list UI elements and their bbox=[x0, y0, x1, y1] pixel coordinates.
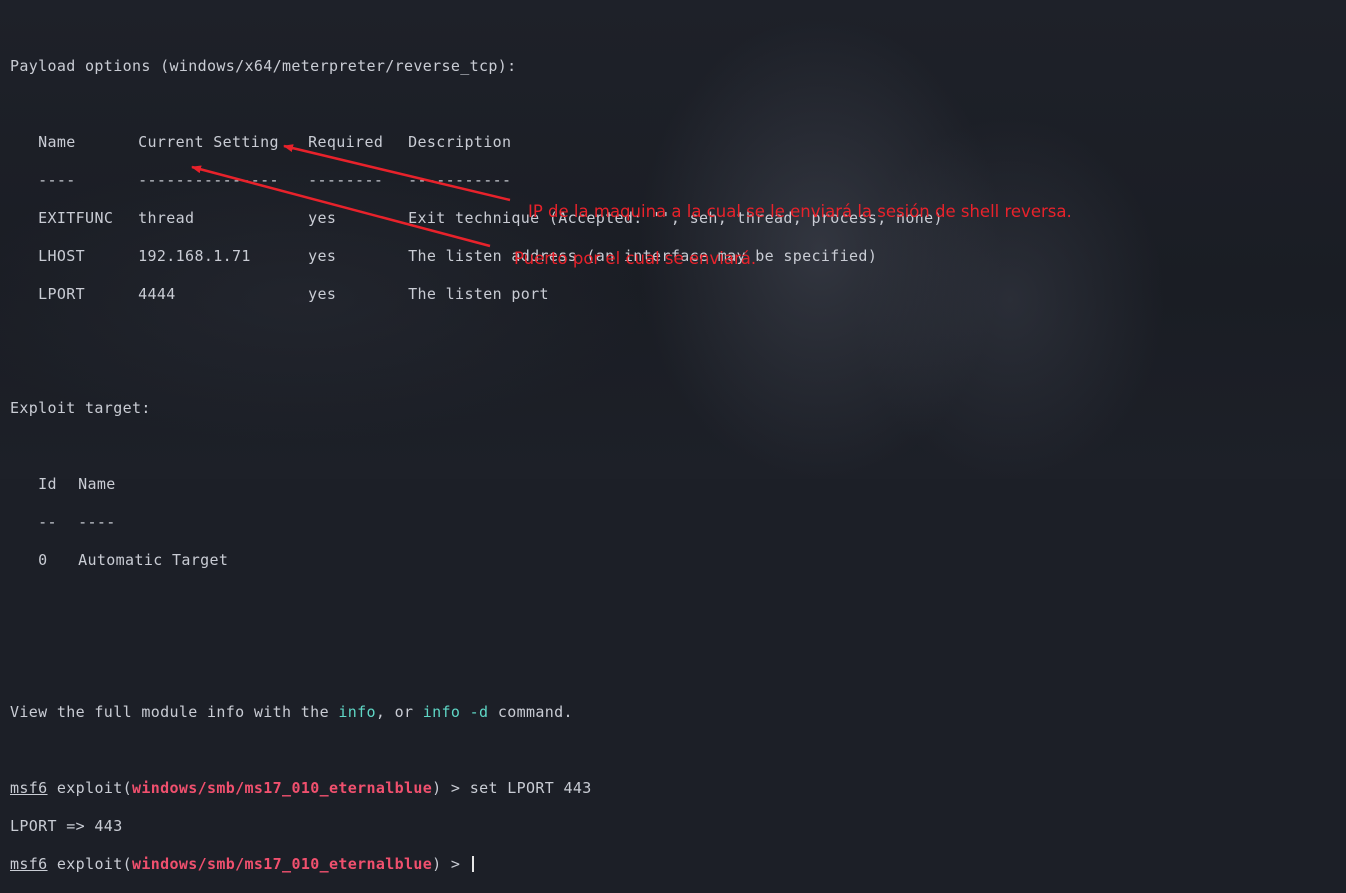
command-text: set LPORT 443 bbox=[469, 779, 592, 797]
prompt-close: ) > bbox=[432, 855, 470, 873]
prompt-name: msf6 bbox=[10, 779, 48, 797]
arrow-to-lhost bbox=[283, 144, 511, 202]
arrow-to-lport bbox=[191, 165, 491, 248]
sep-id: -- bbox=[38, 513, 57, 531]
target-separator-row: -- ---- bbox=[10, 513, 943, 532]
info-hint-line: View the full module info with the info,… bbox=[10, 703, 943, 722]
prompt-name: msf6 bbox=[10, 855, 48, 873]
annotation-arrows bbox=[191, 144, 511, 248]
sep-target-name: ---- bbox=[78, 513, 116, 531]
annotation-port: Puerto por el cual se enviará. bbox=[514, 249, 757, 268]
prompt-exploit: exploit( bbox=[56, 779, 132, 797]
module-path: windows/smb/ms17_010_eternalblue bbox=[131, 779, 433, 797]
info-prefix: View the full module info with the bbox=[10, 703, 339, 721]
target-id: 0 bbox=[38, 551, 48, 569]
info-d-command: info -d bbox=[422, 703, 489, 721]
prompt-line: msf6 exploit(windows/smb/ms17_010_eterna… bbox=[10, 779, 943, 798]
prompt-exploit: exploit( bbox=[56, 855, 132, 873]
active-prompt-line[interactable]: msf6 exploit(windows/smb/ms17_010_eterna… bbox=[10, 855, 943, 874]
command-output: LPORT => 443 bbox=[10, 817, 123, 835]
target-row: 0 Automatic Target bbox=[10, 551, 943, 570]
info-suffix: command. bbox=[488, 703, 573, 721]
info-command: info bbox=[338, 703, 376, 721]
info-middle: , or bbox=[375, 703, 423, 721]
prompt-close: ) > bbox=[432, 779, 470, 797]
annotation-ip: IP de la maquina a la cual se le enviará… bbox=[528, 202, 1072, 221]
module-path: windows/smb/ms17_010_eternalblue bbox=[131, 855, 433, 873]
target-name: Automatic Target bbox=[78, 551, 229, 569]
text-cursor[interactable] bbox=[471, 856, 474, 872]
